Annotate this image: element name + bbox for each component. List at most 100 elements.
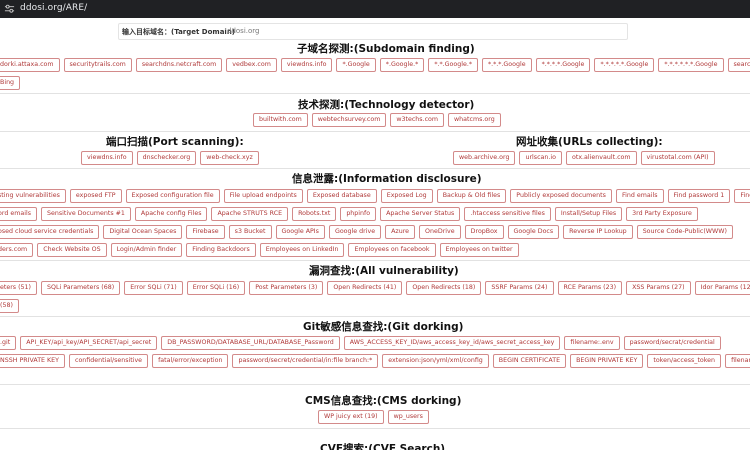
dork-link-button[interactable]: SSRF Params (24) [485, 281, 554, 295]
dork-link-button[interactable]: SQLi Parameters (68) [41, 281, 121, 295]
dork-link-button[interactable]: Firebase [186, 225, 225, 239]
dork-link-button[interactable]: dnschecker.org [136, 151, 197, 165]
dork-link-button[interactable]: Exposed Log [380, 189, 433, 203]
dork-link-button[interactable]: Backup & Old files [436, 189, 507, 203]
dork-link-button[interactable]: extension:json/yml/xml/config [382, 354, 489, 368]
dork-link-button[interactable]: API_KEY/api_key/API_SECRET/api_secret [20, 336, 158, 350]
dork-link-button[interactable]: WP juicy ext (19) [318, 410, 384, 424]
dork-link-button[interactable]: confidential/sensitive [68, 354, 149, 368]
dork-link-button[interactable]: Google drive [328, 225, 382, 239]
site-settings-icon[interactable] [4, 3, 15, 14]
dork-link-button[interactable]: DB_PASSWORD/DATABASE_URL/DATABASE_Passwo… [161, 336, 340, 350]
dork-link-button[interactable]: Install/Setup Files [554, 207, 623, 221]
dork-link-button[interactable]: Check Website OS [37, 243, 107, 257]
dork-link-button[interactable]: Sensitive Documents #1 [40, 207, 131, 221]
dork-link-button[interactable]: Employees on twitter [439, 243, 519, 257]
dork-link-button[interactable]: virustotal.com (API) [640, 151, 715, 165]
dork-link-button[interactable]: BEGIN CERTIFICATE [492, 354, 567, 368]
dork-link-button[interactable]: webtechsurvey.com [311, 113, 387, 127]
dork-link-button[interactable]: File upload endpoints [223, 189, 303, 203]
dork-link-button[interactable]: *.*.*.*.*.Google [594, 58, 655, 72]
target-domain-label: 输入目标域名：(Target Domain) [122, 28, 236, 36]
dork-link-button[interactable]: Bing [0, 76, 21, 90]
dork-link-button[interactable]: ders.com [0, 243, 34, 257]
dork-link-button[interactable]: *.*.Google.* [428, 58, 478, 72]
dork-link-button[interactable]: Robots.txt [292, 207, 337, 221]
dork-link-button[interactable]: Open Redirects (18) [406, 281, 482, 295]
target-domain-field[interactable]: 输入目标域名：(Target Domain) ddosi.org [118, 23, 628, 40]
dork-link-button[interactable]: Idor Params (12) [694, 281, 750, 295]
dork-link-button[interactable]: Apache config Files [134, 207, 208, 221]
dork-link-button[interactable]: *.*.*.*.*.*.Google [658, 58, 724, 72]
dork-link-button[interactable]: *.*.*.Google [481, 58, 532, 72]
dork-link-button[interactable]: otx.alienvault.com [566, 151, 637, 165]
dork-link-button[interactable]: securitytrails.com [63, 58, 132, 72]
dork-link-button[interactable]: .git [0, 336, 17, 350]
dork-link-button[interactable]: Apache Server Status [380, 207, 461, 221]
dork-link-button[interactable]: Source Code-Public(WWW) [636, 225, 733, 239]
target-domain-input[interactable]: ddosi.org [227, 27, 259, 35]
dork-link-button[interactable]: Exposed configuration file [125, 189, 220, 203]
dork-link-button[interactable]: *.Google.* [379, 58, 425, 72]
dork-link-button[interactable]: web.archive.org [453, 151, 516, 165]
dork-link-button[interactable]: Apache STRUTS RCE [211, 207, 289, 221]
dork-link-button[interactable]: password/secrat/credential [623, 336, 721, 350]
section-title-cms: CMS信息查找:(CMS dorking) [305, 395, 462, 407]
dork-link-button[interactable]: search.censys.io [727, 58, 750, 72]
dork-link-button[interactable]: fatal/error/exception [152, 354, 229, 368]
dork-link-button[interactable]: Employees on LinkedIn [259, 243, 345, 257]
dork-link-button[interactable]: Publicly exposed documents [510, 189, 612, 203]
dork-link-button[interactable]: BEGIN PRIVATE KEY [570, 354, 644, 368]
dork-link-button[interactable]: Google APIs [275, 225, 325, 239]
dork-link-button[interactable]: dorki.attaxa.com [0, 58, 60, 72]
dork-link-button[interactable]: Find password 1 [667, 189, 731, 203]
dork-link-button[interactable]: Post Parameters (3) [249, 281, 324, 295]
dork-link-button[interactable]: sting vulnerabilities [0, 189, 66, 203]
dork-link-button[interactable]: Login/Admin finder [110, 243, 183, 257]
dork-link-button[interactable]: viewdns.info [280, 58, 333, 72]
dork-link-button[interactable]: .htaccess sensitive files [464, 207, 551, 221]
dork-link-button[interactable]: whatcms.org [448, 113, 501, 127]
dork-link-button[interactable]: web-check.xyz [200, 151, 259, 165]
dork-link-button[interactable]: OneDrive [419, 225, 461, 239]
dork-link-button[interactable]: password/secret/credential/in:file branc… [232, 354, 379, 368]
dork-link-button[interactable]: s3 Bucket [228, 225, 272, 239]
dork-link-button[interactable]: Find password 2 [734, 189, 750, 203]
dork-link-button[interactable]: ord emails [0, 207, 37, 221]
dork-link-button[interactable]: Reverse IP Lookup [563, 225, 633, 239]
dork-link-button[interactable]: searchdns.netcraft.com [135, 58, 223, 72]
dork-link-button[interactable]: exposed FTP [69, 189, 122, 203]
dork-link-button[interactable]: 3rd Party Exposure [626, 207, 698, 221]
dork-link-button[interactable]: w3techs.com [390, 113, 445, 127]
dork-link-button[interactable]: token/access_token [647, 354, 722, 368]
dork-link-button[interactable]: filename:config/setting [725, 354, 750, 368]
dork-link-button[interactable]: builtwith.com [253, 113, 308, 127]
dork-link-button[interactable]: Find emails [615, 189, 664, 203]
dork-link-button[interactable]: vedbex.com [226, 58, 277, 72]
dork-link-button[interactable]: (58) [0, 299, 19, 313]
dork-link-button[interactable]: Azure [385, 225, 416, 239]
dork-link-button[interactable]: XSS Params (27) [626, 281, 691, 295]
dork-link-button[interactable]: Google Docs [507, 225, 560, 239]
dork-link-button[interactable]: Error SQLi (16) [186, 281, 246, 295]
dork-link-button[interactable]: wp_users [387, 410, 429, 424]
dork-link-button[interactable]: phpinfo [340, 207, 377, 221]
dork-link-button[interactable]: osed cloud service credentials [0, 225, 100, 239]
dork-link-button[interactable]: urlscan.io [519, 151, 562, 165]
dork-link-button[interactable]: AWS_ACCESS_KEY_ID/aws_access_key_id/aws_… [343, 336, 561, 350]
dork-link-button[interactable]: DropBox [464, 225, 504, 239]
dork-link-button[interactable]: Error SQLi (71) [124, 281, 183, 295]
dork-link-button[interactable]: RCE Params (23) [557, 281, 623, 295]
dork-link-button[interactable]: Digital Ocean Spaces [103, 225, 183, 239]
address-bar[interactable]: ddosi.org/ARE/ [20, 3, 87, 13]
dork-link-button[interactable]: filename:.env [564, 336, 620, 350]
dork-link-button[interactable]: Open Redirects (41) [327, 281, 403, 295]
dork-link-button[interactable]: Exposed database [306, 189, 377, 203]
dork-link-button[interactable]: NSSH PRIVATE KEY [0, 354, 65, 368]
dork-link-button[interactable]: eters (51) [0, 281, 38, 295]
dork-link-button[interactable]: *.*.*.*.Google [535, 58, 591, 72]
dork-link-button[interactable]: *.Google [336, 58, 376, 72]
dork-link-button[interactable]: viewdns.info [81, 151, 133, 165]
dork-link-button[interactable]: Employees on facebook [348, 243, 436, 257]
dork-link-button[interactable]: Finding Backdoors [186, 243, 256, 257]
